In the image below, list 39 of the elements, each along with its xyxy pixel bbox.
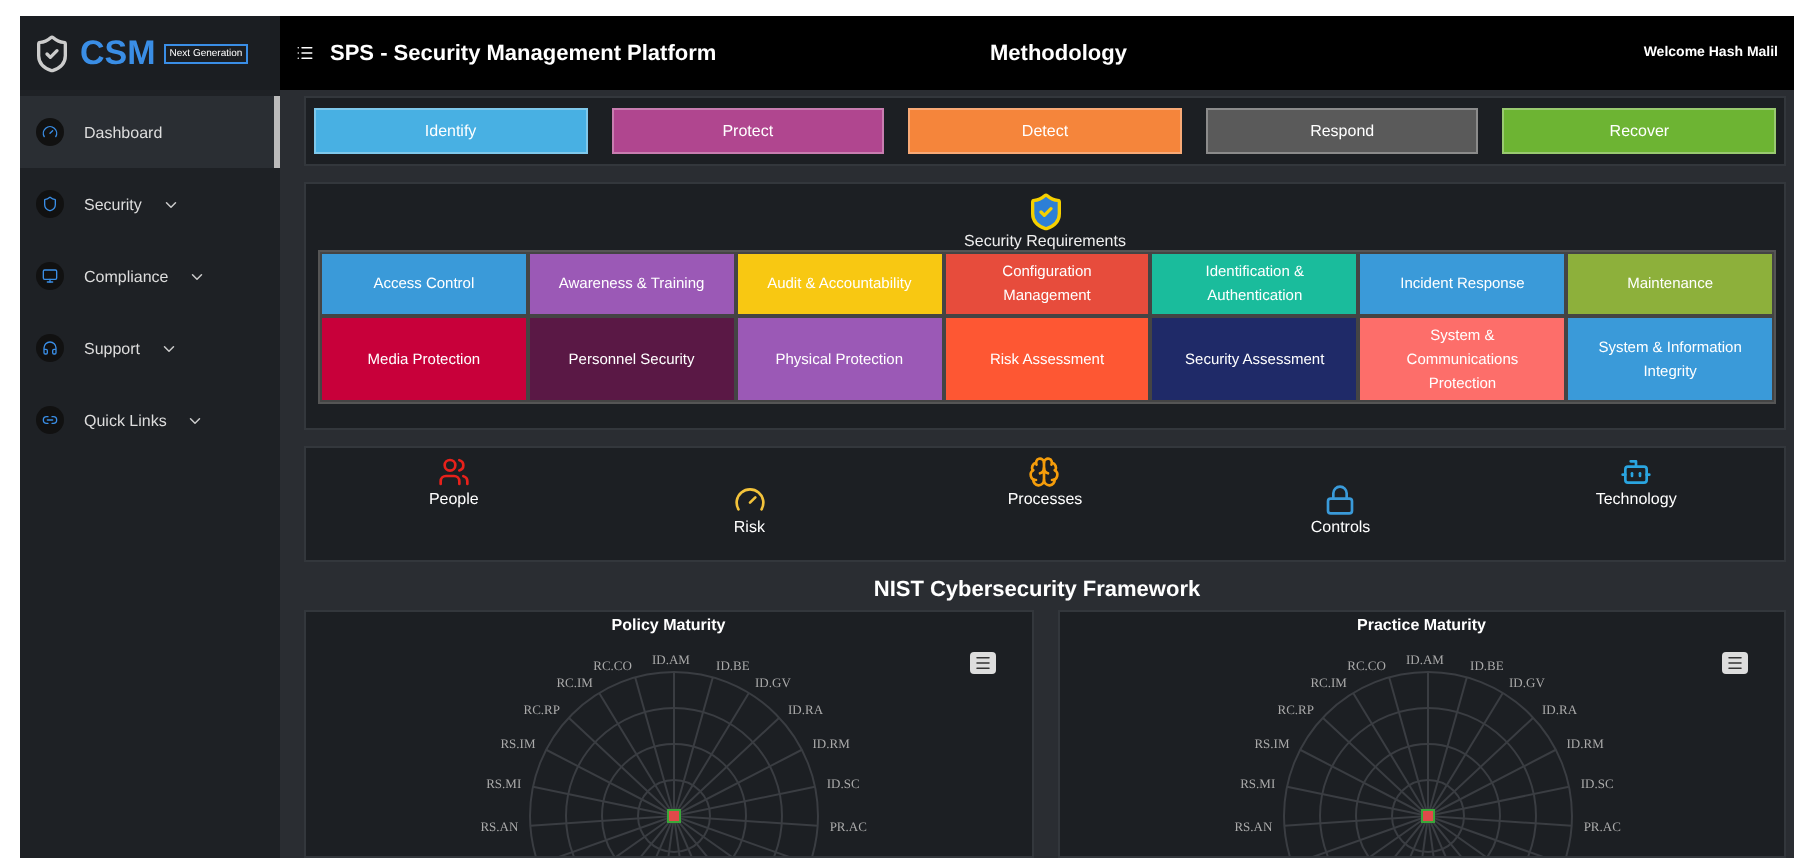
menu-icon bbox=[973, 654, 991, 672]
menu-button[interactable] bbox=[969, 652, 995, 674]
menu-icon[interactable] bbox=[296, 44, 314, 62]
lock-icon bbox=[1324, 484, 1357, 516]
concept-label: Controls bbox=[1310, 518, 1371, 536]
function-button[interactable]: Respond bbox=[1205, 108, 1479, 154]
shield-logo-icon bbox=[32, 33, 72, 73]
brand-name: CSM bbox=[80, 33, 156, 73]
monitor-icon bbox=[36, 262, 64, 290]
concept-label: Processes bbox=[1007, 490, 1083, 508]
chart-title: Practice Maturity bbox=[1355, 616, 1488, 634]
app-title: SPS - Security Management Platform bbox=[330, 41, 719, 65]
concept-label: People bbox=[428, 490, 479, 508]
section-title: NIST Cybersecurity Framework bbox=[871, 578, 1203, 602]
concept-label: Risk bbox=[733, 518, 765, 536]
page-title: Methodology bbox=[990, 41, 1129, 65]
function-button[interactable]: Recover bbox=[1502, 108, 1776, 154]
menu-icon bbox=[1726, 654, 1744, 672]
headset-icon bbox=[36, 334, 64, 362]
function-button[interactable]: Identify bbox=[314, 108, 588, 154]
sidebar-item[interactable]: Support bbox=[20, 312, 280, 384]
robot-icon bbox=[1620, 456, 1653, 488]
shield-icon bbox=[36, 190, 64, 218]
data-point bbox=[667, 809, 681, 823]
sidebar-item[interactable]: Dashboard bbox=[20, 96, 280, 168]
menu-button[interactable] bbox=[1722, 652, 1748, 674]
gauge-icon bbox=[733, 484, 766, 516]
sidebar-item[interactable]: Quick Links bbox=[20, 384, 280, 456]
link-icon bbox=[36, 406, 64, 434]
concept-label: Technology bbox=[1595, 490, 1677, 508]
sidebar-item[interactable]: Security bbox=[20, 168, 280, 240]
function-button[interactable]: Detect bbox=[908, 108, 1182, 154]
chart-title: Policy Maturity bbox=[609, 616, 728, 634]
function-button[interactable]: Protect bbox=[611, 108, 885, 154]
gauge-icon bbox=[36, 118, 64, 146]
section-title: Security Requirements bbox=[964, 232, 1126, 250]
sidebar-item[interactable]: Compliance bbox=[20, 240, 280, 312]
people-icon bbox=[437, 456, 470, 488]
data-point bbox=[1420, 809, 1434, 823]
